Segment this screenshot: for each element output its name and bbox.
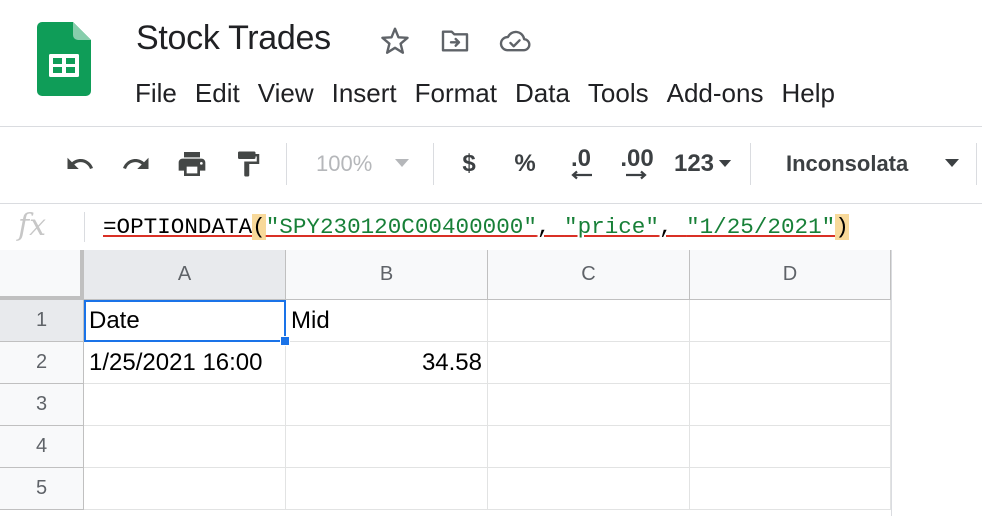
cell-b4[interactable] bbox=[286, 426, 488, 468]
cell-a4[interactable] bbox=[84, 426, 286, 468]
formula-close-paren: ) bbox=[835, 214, 849, 240]
cell-d1[interactable] bbox=[690, 300, 891, 342]
print-icon[interactable] bbox=[172, 146, 212, 182]
select-all-corner[interactable] bbox=[0, 250, 84, 300]
formula-separator: , bbox=[536, 214, 565, 240]
formula-open-paren: ( bbox=[252, 214, 266, 240]
menu-edit[interactable]: Edit bbox=[186, 74, 249, 114]
formula-arg-date: "1/25/2021" bbox=[686, 214, 836, 240]
arrow-right-icon bbox=[626, 170, 647, 180]
zoom-select[interactable]: 100% bbox=[300, 146, 422, 182]
zoom-value: 100% bbox=[316, 151, 373, 176]
menu-insert[interactable]: Insert bbox=[323, 74, 406, 114]
row-header-2[interactable]: 2 bbox=[0, 342, 84, 384]
formula-input[interactable]: =OPTIONDATA("SPY230120C00400000", "price… bbox=[103, 212, 849, 242]
menu-add-ons[interactable]: Add-ons bbox=[658, 74, 773, 114]
menu-file[interactable]: File bbox=[126, 74, 186, 114]
cell-d5[interactable] bbox=[690, 468, 891, 510]
cell-b2[interactable]: 34.58 bbox=[286, 342, 488, 384]
formula-function: =OPTIONDATA bbox=[103, 214, 253, 240]
toolbar-separator bbox=[750, 143, 751, 185]
more-formats-label: 123 bbox=[673, 150, 715, 177]
increase-decimal-label: .00 bbox=[620, 145, 654, 172]
sheets-logo-icon[interactable] bbox=[37, 22, 91, 96]
more-formats-button[interactable]: 123 bbox=[670, 146, 736, 182]
cell-c5[interactable] bbox=[488, 468, 690, 510]
star-icon[interactable] bbox=[378, 24, 412, 58]
arrow-left-icon bbox=[571, 170, 592, 180]
document-title[interactable]: Stock Trades bbox=[136, 18, 331, 58]
move-to-folder-icon[interactable] bbox=[438, 24, 472, 58]
cell-d4[interactable] bbox=[690, 426, 891, 468]
cell-a3[interactable] bbox=[84, 384, 286, 426]
cell-b3[interactable] bbox=[286, 384, 488, 426]
percent-format-button[interactable]: % bbox=[508, 146, 542, 182]
decrease-decimal-button[interactable]: .0 bbox=[560, 146, 602, 182]
formula-bar: fx =OPTIONDATA("SPY230120C00400000", "pr… bbox=[0, 204, 982, 250]
formula-separator: , bbox=[658, 214, 687, 240]
column-header-b[interactable]: B bbox=[286, 250, 488, 300]
column-header-c[interactable]: C bbox=[488, 250, 690, 300]
cell-a2[interactable]: 1/25/2021 16:00 bbox=[84, 342, 286, 384]
font-family-value: Inconsolata bbox=[786, 151, 909, 176]
menu-view[interactable]: View bbox=[249, 74, 323, 114]
toolbar-separator bbox=[976, 143, 977, 185]
cell-d3[interactable] bbox=[690, 384, 891, 426]
formula-arg-ticker: "SPY230120C00400000" bbox=[265, 214, 537, 240]
cell-d2[interactable] bbox=[690, 342, 891, 384]
cell-b5[interactable] bbox=[286, 468, 488, 510]
paint-format-icon[interactable] bbox=[228, 146, 268, 182]
column-header-a[interactable]: A bbox=[84, 250, 286, 300]
currency-format-button[interactable]: $ bbox=[452, 146, 486, 182]
row-header-3[interactable]: 3 bbox=[0, 384, 84, 426]
menu-help[interactable]: Help bbox=[772, 74, 843, 114]
cell-c3[interactable] bbox=[488, 384, 690, 426]
menu-data[interactable]: Data bbox=[506, 74, 579, 114]
row-header-1[interactable]: 1 bbox=[0, 300, 84, 342]
formula-bar-separator bbox=[84, 212, 85, 242]
decrease-decimal-label: .0 bbox=[570, 145, 591, 172]
toolbar-separator bbox=[433, 143, 434, 185]
cell-a5[interactable] bbox=[84, 468, 286, 510]
chevron-down-icon bbox=[394, 155, 410, 173]
cell-c1[interactable] bbox=[488, 300, 690, 342]
function-icon: fx bbox=[18, 208, 47, 243]
row-header-5[interactable]: 5 bbox=[0, 468, 84, 510]
menu-bar: File Edit View Insert Format Data Tools … bbox=[126, 74, 844, 114]
formula-arg-field: "price" bbox=[564, 214, 659, 240]
undo-icon[interactable] bbox=[60, 146, 100, 182]
row-header-4[interactable]: 4 bbox=[0, 426, 84, 468]
toolbar: 100% $ % .0 .00 123 Inconsolata bbox=[0, 127, 982, 203]
menu-tools[interactable]: Tools bbox=[579, 74, 658, 114]
cell-c4[interactable] bbox=[488, 426, 690, 468]
cell-a1[interactable]: Date bbox=[84, 300, 286, 342]
grid-empty-area bbox=[891, 250, 982, 516]
spreadsheet-grid: A B C D 1 2 3 4 5 Date Mid 1/25/2021 16:… bbox=[0, 250, 982, 516]
cell-b1[interactable]: Mid bbox=[286, 300, 488, 342]
fill-handle[interactable] bbox=[280, 336, 290, 346]
header: Stock Trades File Edit View Insert Forma… bbox=[0, 0, 982, 126]
toolbar-separator bbox=[286, 143, 287, 185]
redo-icon[interactable] bbox=[116, 146, 156, 182]
menu-format[interactable]: Format bbox=[406, 74, 506, 114]
cell-c2[interactable] bbox=[488, 342, 690, 384]
column-header-d[interactable]: D bbox=[690, 250, 891, 300]
increase-decimal-button[interactable]: .00 bbox=[614, 146, 660, 182]
cloud-saved-icon[interactable] bbox=[498, 24, 532, 58]
chevron-down-icon bbox=[718, 155, 732, 173]
chevron-down-icon bbox=[944, 155, 960, 173]
font-family-select[interactable]: Inconsolata bbox=[770, 146, 966, 182]
